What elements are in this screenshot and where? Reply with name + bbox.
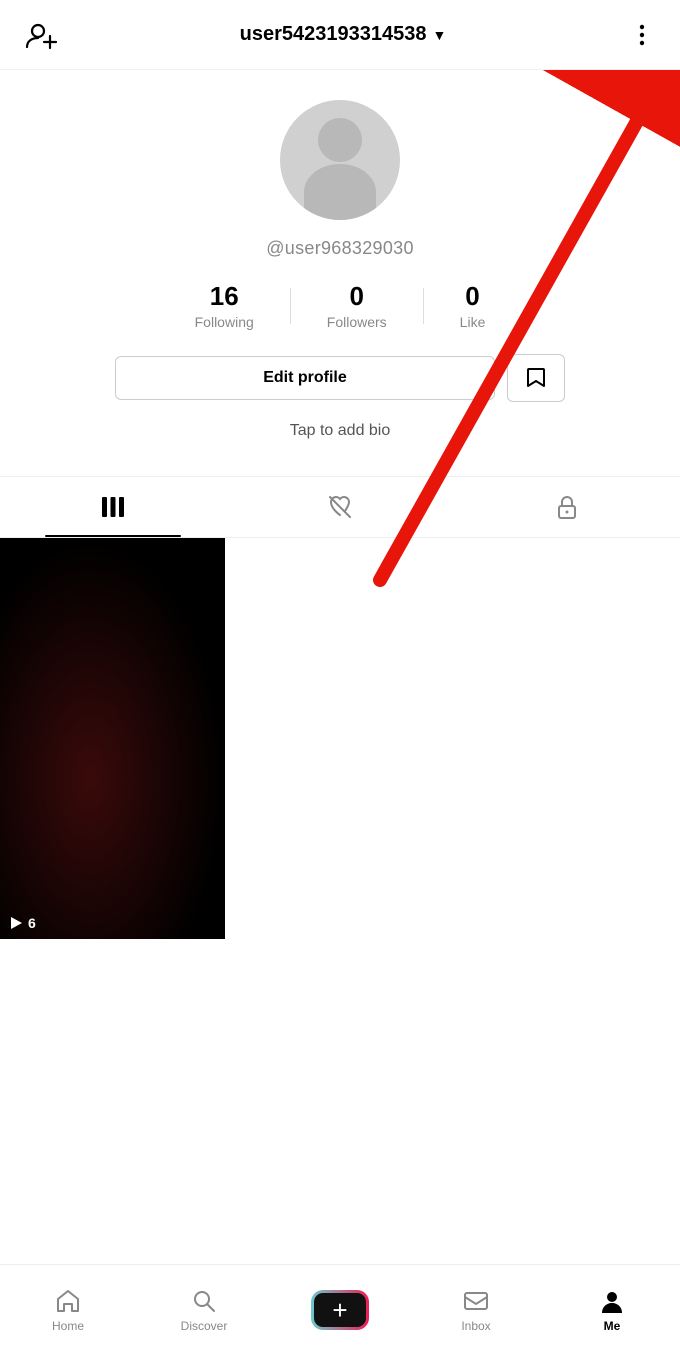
avatar-head: [318, 118, 362, 162]
tab-private[interactable]: [453, 477, 680, 537]
heart-crossed-icon: [326, 493, 354, 521]
search-icon: [190, 1287, 218, 1315]
tab-liked[interactable]: [227, 477, 454, 537]
bookmark-icon: [523, 365, 549, 391]
lock-icon: [553, 493, 581, 521]
bottom-navigation: Home Discover + Inbox Me: [0, 1264, 680, 1354]
user-handle[interactable]: @user968329030: [266, 238, 414, 259]
followers-label: Followers: [327, 314, 387, 330]
profile-actions: Edit profile: [20, 354, 660, 402]
tab-videos[interactable]: [0, 477, 227, 537]
nav-inbox[interactable]: Inbox: [408, 1287, 544, 1333]
bookmark-button[interactable]: [507, 354, 565, 402]
add-icon: +: [332, 1297, 347, 1323]
following-label: Following: [195, 314, 254, 330]
video-thumbnail[interactable]: 6: [0, 538, 225, 939]
add-button[interactable]: +: [311, 1290, 369, 1330]
top-navigation: user5423193314538 ▼: [0, 0, 680, 70]
discover-label: Discover: [181, 1319, 228, 1333]
grid-icon: [99, 493, 127, 521]
stats-row: 16 Following 0 Followers 0 Like: [159, 281, 522, 330]
profile-icon: [598, 1287, 626, 1315]
avatar-body: [304, 164, 376, 220]
likes-label: Like: [460, 314, 486, 330]
play-count: 6: [8, 915, 36, 931]
me-label: Me: [604, 1319, 621, 1333]
edit-profile-button[interactable]: Edit profile: [115, 356, 495, 400]
home-icon: [54, 1287, 82, 1315]
nav-discover[interactable]: Discover: [136, 1287, 272, 1333]
followers-stat[interactable]: 0 Followers: [291, 281, 423, 330]
home-label: Home: [52, 1319, 84, 1333]
header-username: user5423193314538: [240, 23, 427, 46]
avatar[interactable]: [280, 100, 400, 220]
play-icon: [8, 915, 24, 931]
username-display[interactable]: user5423193314538 ▼: [240, 23, 447, 46]
video-grid: 6: [0, 538, 680, 939]
inbox-label: Inbox: [461, 1319, 490, 1333]
content-tabs: [0, 476, 680, 538]
nav-home[interactable]: Home: [0, 1287, 136, 1333]
likes-count: 0: [465, 281, 479, 312]
bio-placeholder[interactable]: Tap to add bio: [290, 422, 391, 440]
followers-count: 0: [349, 281, 363, 312]
following-count: 16: [210, 281, 239, 312]
dropdown-arrow-icon: ▼: [433, 27, 447, 43]
inbox-icon: [462, 1287, 490, 1315]
more-options-button[interactable]: [624, 17, 660, 53]
following-stat[interactable]: 16 Following: [159, 281, 290, 330]
nav-me[interactable]: Me: [544, 1287, 680, 1333]
profile-section: @user968329030 16 Following 0 Followers …: [0, 70, 680, 476]
add-user-button[interactable]: [20, 14, 62, 56]
likes-stat[interactable]: 0 Like: [424, 281, 522, 330]
nav-add[interactable]: +: [272, 1290, 408, 1330]
